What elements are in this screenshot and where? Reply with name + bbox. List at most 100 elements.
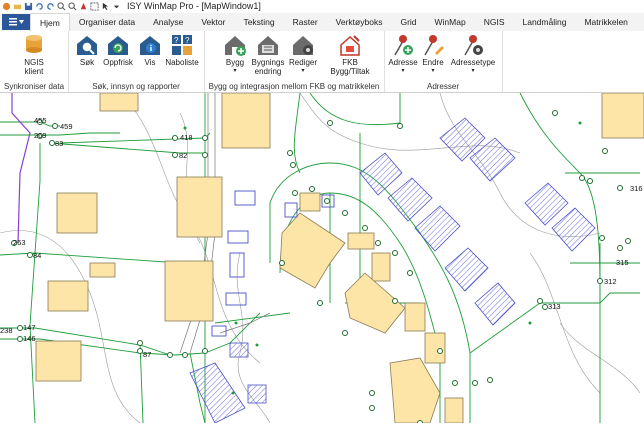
map-label: 238 — [0, 326, 13, 335]
building-planned — [387, 177, 433, 222]
vis-label: Vis — [144, 58, 156, 67]
tab-matrikkelen[interactable]: Matrikkelen — [575, 13, 636, 31]
map-label: 315 — [616, 258, 629, 267]
map-window[interactable]: 455 459 269 83 418 82 263 84 238 147 146… — [0, 92, 644, 425]
tab-landmaling[interactable]: Landmåling — [513, 13, 575, 31]
zoom-out-icon[interactable] — [68, 1, 77, 11]
fkb-bygg-tiltak-button[interactable]: FKB Bygg/Tiltak — [322, 33, 378, 76]
adresse-button[interactable]: Adresse ▾ — [388, 33, 418, 76]
tab-organiser-data[interactable]: Organiser data — [70, 13, 144, 31]
ngis-klient-button[interactable]: NGIS klient — [14, 33, 54, 76]
endre-label: Endre — [422, 58, 444, 67]
select-icon[interactable] — [90, 1, 99, 11]
tab-ngis[interactable]: NGIS — [475, 13, 514, 31]
map-label: 312 — [604, 277, 617, 286]
adresse-label: Adresse — [388, 58, 418, 67]
building — [404, 302, 426, 332]
building — [164, 260, 214, 322]
map-label: 87 — [143, 350, 151, 359]
bygningsendring-label: Bygnings endring — [251, 58, 285, 76]
building-add-icon — [225, 36, 246, 56]
tab-winmap[interactable]: WinMap — [426, 13, 475, 31]
building-planned — [247, 384, 267, 404]
naboliste-label: Naboliste — [165, 58, 199, 67]
open-folder-icon[interactable] — [13, 2, 22, 11]
sok-button[interactable]: Søk — [74, 33, 100, 67]
tab-analyse[interactable]: Analyse — [144, 13, 192, 31]
group-sync: NGIS klient Synkroniser data — [0, 31, 69, 92]
map-label: 455 — [34, 116, 47, 125]
tab-vektor[interactable]: Vektor — [192, 13, 234, 31]
rediger-dropdown-icon: ▾ — [301, 68, 305, 74]
bygg-button[interactable]: Bygg ▾ — [220, 33, 250, 76]
map-label: 269 — [34, 131, 47, 140]
info-house-icon — [140, 36, 160, 55]
group-addr-label: Adresser — [426, 82, 459, 91]
zoom-in-icon[interactable] — [57, 1, 66, 11]
map-label: 83 — [55, 139, 63, 148]
address-edit-icon — [424, 35, 444, 56]
building — [444, 397, 464, 424]
building-planned — [229, 342, 249, 358]
tab-grid[interactable]: Grid — [391, 13, 425, 31]
chevron-down-icon — [18, 20, 24, 24]
building — [89, 262, 116, 278]
quick-access-toolbar — [2, 1, 121, 11]
map-label: 146 — [23, 334, 36, 343]
refresh-house-icon — [108, 36, 128, 55]
tab-raster[interactable]: Raster — [284, 13, 327, 31]
tab-teksting[interactable]: Teksting — [234, 13, 283, 31]
building — [601, 92, 644, 139]
building — [47, 280, 89, 312]
svg-text:?: ? — [174, 36, 179, 45]
fkb-label: FKB Bygg/Tiltak — [330, 58, 370, 76]
rediger-button[interactable]: Rediger ▾ — [286, 33, 320, 76]
group-addr: Adresse ▾ Endre ▾ Adressetype ▾ Adresser — [384, 31, 503, 92]
bygningsendring-button[interactable]: Bygnings endring — [250, 33, 286, 76]
adressetype-button[interactable]: Adressetype ▾ — [448, 33, 498, 76]
file-menu-icon — [8, 18, 17, 26]
map-label: 316 — [630, 184, 643, 193]
oppfrisk-button[interactable]: Oppfrisk — [102, 33, 134, 67]
endre-dropdown-icon: ▾ — [431, 68, 435, 74]
ribbon-tabs: Hjem Organiser data Analyse Vektor Tekst… — [0, 12, 644, 32]
file-menu-button[interactable] — [2, 14, 30, 30]
neighbor-list-icon: ? ? — [172, 35, 192, 55]
building-planned — [414, 205, 461, 252]
ngis-klient-label: NGIS klient — [24, 58, 44, 76]
map-label: 263 — [13, 238, 26, 247]
pan-icon[interactable] — [79, 2, 88, 11]
tab-hjem[interactable]: Hjem — [30, 12, 70, 32]
bygg-label: Bygg — [225, 58, 245, 67]
undo-icon[interactable] — [35, 2, 44, 11]
adresse-dropdown-icon: ▾ — [401, 68, 405, 74]
building-planned — [359, 152, 403, 196]
map-label: 313 — [548, 302, 561, 311]
save-icon[interactable] — [24, 2, 33, 11]
app-icon — [2, 2, 11, 10]
building — [221, 92, 271, 149]
map-canvas[interactable]: 455 459 269 83 418 82 263 84 238 147 146… — [0, 92, 644, 425]
vis-button[interactable]: Vis — [138, 33, 162, 67]
group-build: Bygg ▾ Bygnings endring Rediger ▾ FKB By… — [204, 31, 385, 92]
building — [35, 340, 82, 382]
endre-button[interactable]: Endre ▾ — [420, 33, 446, 76]
building — [56, 192, 98, 234]
map-label: 84 — [33, 251, 41, 260]
building-planned — [551, 207, 596, 252]
tab-verktoybox[interactable]: Verktøyboks — [327, 13, 392, 31]
purple-boundary-line — [11, 93, 31, 244]
naboliste-button[interactable]: ? ? Naboliste — [164, 33, 200, 67]
map-label: 459 — [60, 122, 73, 131]
dropdown-icon[interactable] — [112, 2, 121, 11]
bygg-dropdown-icon: ▾ — [233, 68, 237, 74]
redo-icon[interactable] — [46, 2, 55, 11]
map-label: 82 — [179, 151, 187, 160]
map-label: 147 — [23, 323, 36, 332]
rediger-label: Rediger — [288, 58, 317, 67]
pointer-icon[interactable] — [101, 2, 110, 11]
oppfrisk-label: Oppfrisk — [103, 58, 133, 67]
building — [299, 192, 321, 212]
fkb-house-icon — [340, 35, 360, 56]
address-add-icon — [394, 35, 413, 56]
